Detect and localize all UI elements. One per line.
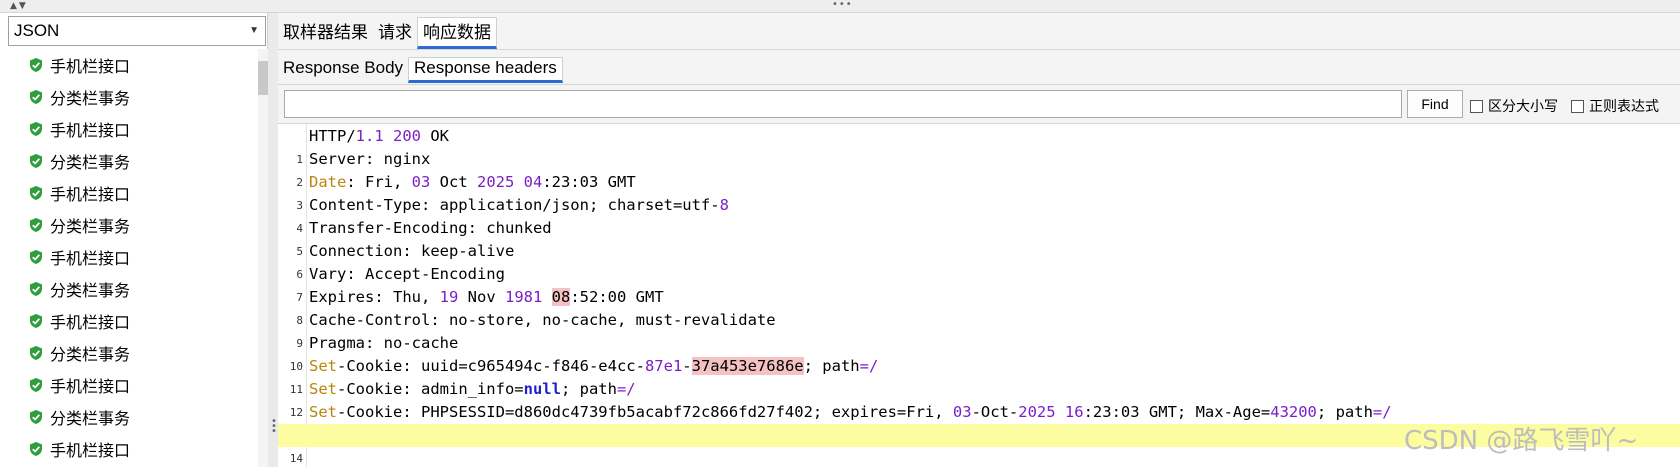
top-splitter-bar[interactable]: ▲▼ ••• xyxy=(0,0,1680,13)
sampler-label: 手机栏接口 xyxy=(50,441,131,460)
code-line: 3 Date: Fri, 03 Oct 2025 04:23:03 GMT xyxy=(278,171,1680,212)
list-item[interactable]: 手机栏接口 xyxy=(0,177,258,209)
tab-response-data[interactable]: 响应数据 xyxy=(417,17,497,49)
case-sensitive-label: 区分大小写 xyxy=(1488,99,1558,115)
success-shield-icon xyxy=(27,409,44,426)
success-shield-icon xyxy=(27,89,44,106)
list-item[interactable]: 手机栏接口 xyxy=(0,241,258,273)
sampler-list: 手机栏接口 分类栏事务 手机栏接口 分类栏事务 手机栏接口 分类栏事务 手机栏接口 分类栏事务… xyxy=(0,49,258,467)
regex-label: 正则表达式 xyxy=(1589,99,1659,115)
vertical-splitter[interactable]: • • • xyxy=(268,13,278,467)
success-shield-icon xyxy=(27,345,44,362)
sampler-label: 分类栏事务 xyxy=(50,217,131,236)
find-button[interactable]: Find xyxy=(1407,90,1463,118)
code-line: 8 Expires: Thu, 19 Nov 1981 08:52:00 GMT xyxy=(278,286,1680,327)
sampler-label: 分类栏事务 xyxy=(50,345,131,364)
sampler-label: 分类栏事务 xyxy=(50,89,131,108)
list-item[interactable]: 分类栏事务 xyxy=(0,401,258,433)
chevron-down-icon[interactable]: ▼ xyxy=(249,17,259,45)
list-item[interactable]: 分类栏事务 xyxy=(0,273,258,305)
code-line: 7 Vary: Accept-Encoding xyxy=(278,263,1680,304)
success-shield-icon xyxy=(27,441,44,458)
grip-dots-icon[interactable]: ••• xyxy=(832,0,853,10)
success-shield-icon xyxy=(27,57,44,74)
divider xyxy=(278,49,1680,50)
sampler-label: 手机栏接口 xyxy=(50,249,131,268)
grip-dots-icon[interactable]: ••• xyxy=(271,417,277,437)
code-line: 10 Pragma: no-cache xyxy=(278,332,1680,373)
tab-sampler-result[interactable]: 取样器结果 xyxy=(278,18,373,49)
list-item[interactable]: 手机栏接口 xyxy=(0,369,258,401)
sampler-label: 分类栏事务 xyxy=(50,281,131,300)
tab-response-body[interactable]: Response Body xyxy=(278,58,408,83)
renderer-select[interactable]: JSON ▼ xyxy=(8,16,266,46)
sampler-label: 手机栏接口 xyxy=(50,121,131,140)
sampler-label: 手机栏接口 xyxy=(50,313,131,332)
search-bar: Find 区分大小写 正则表达式 xyxy=(278,87,1680,123)
tab-response-headers[interactable]: Response headers xyxy=(408,57,563,83)
sampler-label: 分类栏事务 xyxy=(50,409,131,428)
regex-checkbox[interactable]: 正则表达式 xyxy=(1571,96,1659,116)
success-shield-icon xyxy=(27,249,44,266)
sub-tabs: Response Body Response headers xyxy=(278,53,563,83)
code-line: 9 Cache-Control: no-store, no-cache, mus… xyxy=(278,309,1680,350)
sampler-label: 手机栏接口 xyxy=(50,57,131,76)
main-tabs: 取样器结果 请求 响应数据 xyxy=(278,15,497,49)
line-number: 14 xyxy=(289,452,303,465)
collapse-arrows-icon[interactable]: ▲▼ xyxy=(10,0,28,12)
success-shield-icon xyxy=(27,281,44,298)
success-shield-icon xyxy=(27,217,44,234)
list-item[interactable]: 分类栏事务 xyxy=(0,81,258,113)
code-line: 2 Server: nginx xyxy=(278,148,1680,189)
checkbox-box[interactable] xyxy=(1470,99,1483,113)
tab-request[interactable]: 请求 xyxy=(373,18,417,49)
code-line: 11 Set-Cookie: uuid=c965494c-f846-e4cc-8… xyxy=(278,355,1680,396)
response-headers-editor[interactable]: 1 HTTP/1.1 200 OK 2 Server: nginx 3 Date… xyxy=(278,123,1680,467)
scrollbar-thumb[interactable] xyxy=(258,61,268,95)
success-shield-icon xyxy=(27,153,44,170)
code-line: 5 Transfer-Encoding: chunked xyxy=(278,217,1680,258)
sampler-label: 手机栏接口 xyxy=(50,185,131,204)
list-item[interactable]: 分类栏事务 xyxy=(0,145,258,177)
list-item[interactable]: 手机栏接口 xyxy=(0,305,258,337)
list-item[interactable]: 手机栏接口 xyxy=(0,49,258,81)
renderer-select-value: JSON xyxy=(14,21,60,40)
success-shield-icon xyxy=(27,313,44,330)
code-line: 4 Content-Type: application/json; charse… xyxy=(278,194,1680,235)
success-shield-icon xyxy=(27,121,44,138)
sampler-label: 分类栏事务 xyxy=(50,153,131,172)
divider xyxy=(278,84,1680,85)
watermark: CSDN @路飞雪吖~ xyxy=(1404,426,1639,456)
code-line: 12 Set-Cookie: admin_info=null; path=/ xyxy=(278,378,1680,419)
checkbox-box[interactable] xyxy=(1571,99,1584,113)
list-item[interactable]: 手机栏接口 xyxy=(0,433,258,465)
success-shield-icon xyxy=(27,185,44,202)
list-item[interactable]: 分类栏事务 xyxy=(0,209,258,241)
code-line: 6 Connection: keep-alive xyxy=(278,240,1680,281)
list-item[interactable]: 分类栏事务 xyxy=(0,337,258,369)
search-input[interactable] xyxy=(284,90,1402,118)
result-detail-pane: 取样器结果 请求 响应数据 Response Body Response hea… xyxy=(278,13,1680,467)
list-item[interactable]: 手机栏接口 xyxy=(0,113,258,145)
success-shield-icon xyxy=(27,377,44,394)
sampler-label: 手机栏接口 xyxy=(50,377,131,396)
sampler-list-scrollbar[interactable] xyxy=(258,49,268,467)
code-line: 1 HTTP/1.1 200 OK xyxy=(278,125,1680,166)
sampler-results-pane: JSON ▼ 手机栏接口 分类栏事务 手机栏接口 分类栏事务 手机栏接口 分类栏事务 手机栏… xyxy=(0,13,268,467)
app-window: ▲▼ ••• JSON ▼ 手机栏接口 分类栏事务 手机栏接口 分类栏事务 手机栏接口分… xyxy=(0,0,1680,467)
case-sensitive-checkbox[interactable]: 区分大小写 xyxy=(1470,96,1558,116)
